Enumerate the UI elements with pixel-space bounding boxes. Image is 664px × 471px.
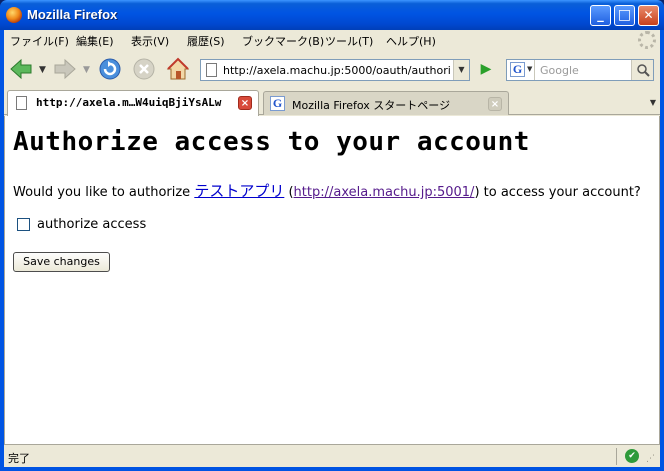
status-text: 完了 bbox=[8, 452, 30, 465]
menu-history[interactable]: 履歴(S) bbox=[187, 33, 225, 49]
tab-strip: http://axela.m…W4uiqBjiYsALw × G Mozilla… bbox=[4, 88, 660, 116]
stop-button[interactable] bbox=[131, 56, 157, 82]
url-bar[interactable]: http://axela.machu.jp:5000/oauth/authori… bbox=[200, 59, 470, 81]
resize-grip-icon[interactable]: ⋰ bbox=[646, 454, 655, 464]
page-title: Authorize access to your account bbox=[13, 127, 530, 157]
menu-bookmarks[interactable]: ブックマーク(B) bbox=[242, 33, 324, 49]
back-arrow-icon bbox=[10, 58, 32, 80]
close-button[interactable]: ✕ bbox=[638, 5, 659, 26]
minimize-button[interactable]: _ bbox=[590, 5, 611, 26]
menu-bar: ファイル(F) 編集(E) 表示(V) 履歴(S) ブックマーク(B) ツール(… bbox=[4, 30, 660, 50]
tab-start-page[interactable]: G Mozilla Firefox スタートページ × bbox=[263, 91, 509, 115]
menu-view[interactable]: 表示(V) bbox=[131, 33, 169, 49]
save-changes-button[interactable]: Save changes bbox=[13, 252, 110, 272]
back-history-dropdown-icon[interactable]: ▼ bbox=[39, 65, 46, 75]
google-icon: G bbox=[510, 62, 525, 77]
authorize-checkbox[interactable] bbox=[17, 218, 30, 231]
menu-help[interactable]: ヘルプ(H) bbox=[386, 33, 436, 49]
reload-button[interactable] bbox=[97, 56, 123, 82]
app-url-link[interactable]: http://axela.machu.jp:5001/ bbox=[294, 185, 475, 200]
forward-history-dropdown-icon[interactable]: ▼ bbox=[83, 65, 90, 75]
tab-authorize[interactable]: http://axela.m…W4uiqBjiYsALw × bbox=[7, 90, 259, 116]
navigation-toolbar: ▼ ▼ http://axela.machu.jp:5000/oauth/aut… bbox=[4, 52, 660, 86]
chevron-down-icon: ▼ bbox=[527, 65, 533, 73]
url-input[interactable]: http://axela.machu.jp:5000/oauth/authori… bbox=[223, 64, 451, 77]
url-history-dropdown-icon[interactable]: ▼ bbox=[453, 60, 469, 80]
search-button[interactable] bbox=[631, 60, 653, 80]
reload-icon bbox=[99, 58, 121, 80]
authorize-prompt: Would you like to authorize テストアプリ (http… bbox=[13, 180, 641, 201]
menu-edit[interactable]: 編集(E) bbox=[76, 33, 114, 49]
window-title: Mozilla Firefox bbox=[27, 7, 118, 22]
search-bar[interactable]: G ▼ Google bbox=[506, 59, 654, 81]
go-arrow-icon: ▶ bbox=[480, 61, 492, 77]
status-bar: 完了 ✔ ⋰ bbox=[4, 444, 660, 467]
back-button[interactable] bbox=[8, 56, 34, 82]
title-bar[interactable]: Mozilla Firefox _ □ ✕ bbox=[0, 0, 664, 30]
search-engine-selector[interactable]: G ▼ bbox=[507, 60, 535, 80]
firefox-logo-icon bbox=[6, 7, 22, 23]
home-button[interactable] bbox=[165, 56, 191, 82]
close-tab-icon[interactable]: × bbox=[488, 97, 502, 111]
close-tab-icon[interactable]: × bbox=[238, 96, 252, 110]
authorize-checkbox-label[interactable]: authorize access bbox=[37, 217, 146, 232]
magnifier-icon bbox=[636, 64, 650, 77]
browser-client: ファイル(F) 編集(E) 表示(V) 履歴(S) ブックマーク(B) ツール(… bbox=[4, 30, 660, 467]
page-content: Authorize access to your account Would y… bbox=[4, 116, 660, 444]
forward-button[interactable] bbox=[52, 56, 78, 82]
menu-tools[interactable]: ツール(T) bbox=[325, 33, 373, 49]
prompt-suffix: to access your account? bbox=[479, 185, 641, 200]
page-icon bbox=[206, 63, 217, 77]
go-button[interactable]: ▶ bbox=[476, 59, 496, 79]
tab-list-dropdown-icon[interactable]: ▼ bbox=[650, 98, 656, 107]
search-input[interactable]: Google bbox=[540, 64, 579, 77]
checkmark-icon[interactable]: ✔ bbox=[625, 449, 639, 463]
prompt-prefix: Would you like to authorize bbox=[13, 185, 195, 200]
browser-window: Mozilla Firefox _ □ ✕ ファイル(F) 編集(E) 表示(V… bbox=[0, 0, 664, 471]
activity-throbber-icon bbox=[638, 31, 656, 49]
menu-file[interactable]: ファイル(F) bbox=[10, 33, 69, 49]
tab-title: Mozilla Firefox スタートページ bbox=[292, 99, 451, 112]
app-url-open: ( bbox=[284, 185, 294, 200]
maximize-button[interactable]: □ bbox=[614, 5, 635, 26]
stop-icon bbox=[133, 58, 155, 80]
tab-title: http://axela.m…W4uiqBjiYsALw bbox=[36, 96, 222, 109]
page-icon bbox=[16, 96, 27, 110]
app-name-link[interactable]: テストアプリ bbox=[194, 182, 284, 200]
home-icon bbox=[166, 57, 190, 80]
google-icon: G bbox=[270, 96, 285, 111]
forward-arrow-icon bbox=[54, 58, 76, 80]
status-divider bbox=[616, 448, 617, 465]
